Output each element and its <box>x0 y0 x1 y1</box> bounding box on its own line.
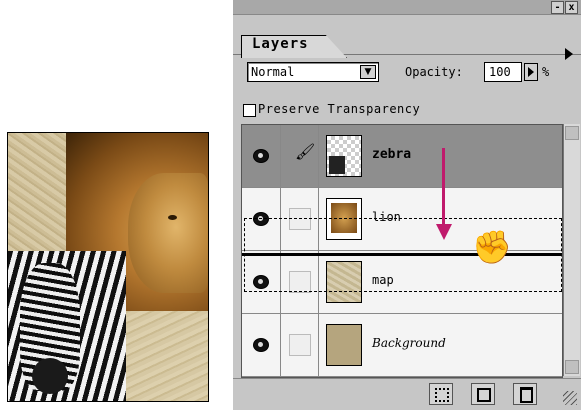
preserve-transparency-checkbox[interactable] <box>243 104 256 117</box>
layer-mask-icon <box>435 388 449 402</box>
layers-palette: - x Layers Normal ▼ Opacity: 100 % Prese… <box>232 0 581 410</box>
opacity-slider-arrow-icon[interactable] <box>524 63 538 81</box>
lion-eye <box>168 215 177 220</box>
link-box[interactable] <box>289 334 311 356</box>
new-layer-button[interactable] <box>471 383 495 405</box>
opacity-input[interactable]: 100 <box>484 62 522 82</box>
palette-titlebar[interactable]: - x <box>233 0 581 15</box>
layer-name[interactable]: zebra <box>372 147 411 162</box>
layer-list: 🖌 zebra lion map Background <box>241 124 563 378</box>
grab-hand-cursor-icon: ✊ <box>472 228 512 266</box>
link-cell[interactable] <box>280 314 319 376</box>
layer-name[interactable]: Background <box>372 336 446 350</box>
map-region <box>8 133 66 253</box>
palette-footer <box>233 378 581 410</box>
eye-icon[interactable] <box>253 338 269 352</box>
delete-layer-button[interactable] <box>513 383 537 405</box>
blend-mode-select[interactable]: Normal ▼ <box>247 62 379 82</box>
eye-icon[interactable] <box>253 149 269 163</box>
paintbrush-icon: 🖌 <box>295 142 316 161</box>
layer-row-zebra[interactable]: 🖌 zebra <box>242 125 562 188</box>
trash-icon <box>520 387 533 403</box>
paint-cell[interactable]: 🖌 <box>280 125 319 187</box>
resize-grip-icon[interactable] <box>563 391 577 405</box>
drag-arrow-head-icon <box>436 224 452 240</box>
tab-row: Layers <box>233 14 581 60</box>
scroll-up-arrow-icon[interactable] <box>565 126 579 140</box>
layer-thumbnail <box>326 324 362 366</box>
map-region-lower <box>126 311 208 401</box>
new-layer-icon <box>477 388 491 402</box>
composite-image <box>7 132 209 402</box>
drop-indicator-line <box>242 253 562 256</box>
drag-arrow <box>442 148 445 230</box>
zebra-nose <box>32 358 68 394</box>
chevron-down-icon[interactable]: ▼ <box>360 65 376 79</box>
blend-mode-value: Normal <box>251 65 295 79</box>
opacity-value: 100 <box>489 65 511 79</box>
layer-thumbnail <box>326 135 362 177</box>
preserve-transparency-label: Preserve Transparency <box>258 102 421 116</box>
visibility-cell[interactable] <box>242 125 281 187</box>
visibility-cell[interactable] <box>242 314 281 376</box>
scrollbar[interactable] <box>563 124 580 376</box>
opacity-label: Opacity: <box>405 65 463 79</box>
lion-face <box>128 173 208 293</box>
palette-menu-arrow-icon[interactable] <box>565 48 573 60</box>
scroll-down-arrow-icon[interactable] <box>565 360 579 374</box>
close-button[interactable]: x <box>565 1 578 14</box>
layer-row-background[interactable]: Background <box>242 314 562 377</box>
minimize-button[interactable]: - <box>551 1 564 14</box>
layer-mask-button[interactable] <box>429 383 453 405</box>
opacity-unit: % <box>542 65 550 79</box>
tab-layers-label: Layers <box>252 36 309 52</box>
